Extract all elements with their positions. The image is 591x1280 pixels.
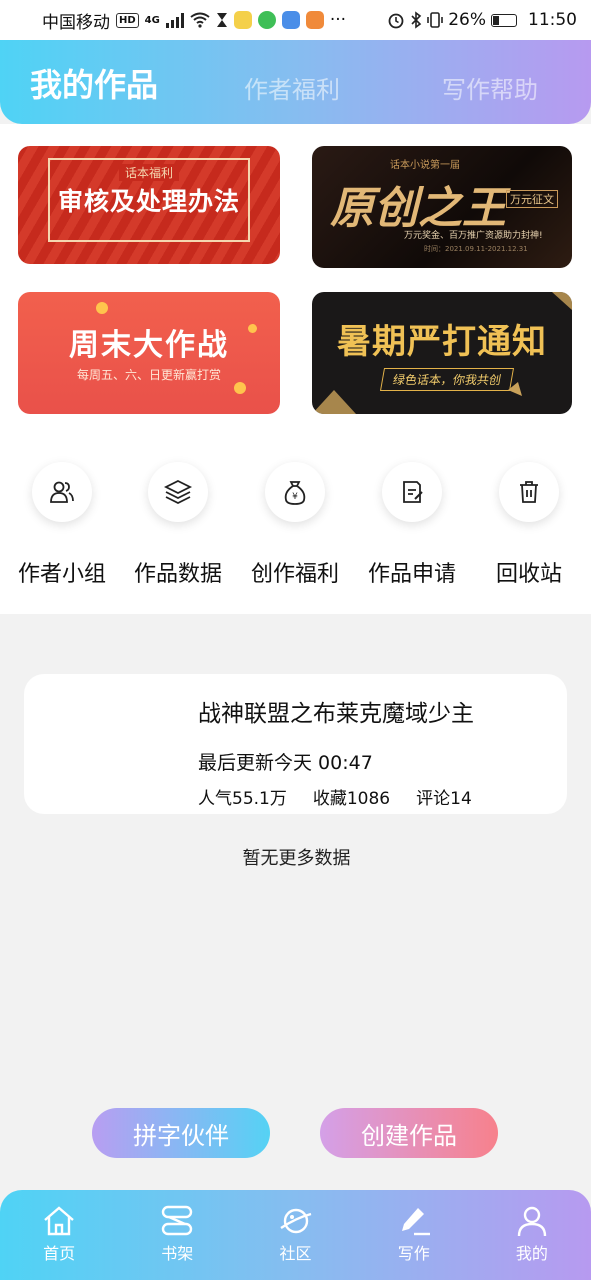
banner-tag: 万元征文 <box>506 190 558 208</box>
quick-creation-benefits[interactable]: ¥ 创作福利 <box>237 462 353 588</box>
work-favorites: 收藏1086 <box>312 789 391 809</box>
quick-label: 作品申请 <box>367 562 456 587</box>
app-notification-icon <box>233 11 252 29</box>
tab-my-works[interactable]: 我的作品 <box>30 60 158 106</box>
nav-label: 书架 <box>161 1244 194 1263</box>
nav-label: 首页 <box>43 1244 76 1263</box>
partner-label: 拼字伙伴 <box>133 1121 229 1150</box>
document-edit-icon <box>382 462 442 522</box>
hourglass-icon <box>216 13 227 27</box>
banner-date: 时间：2021.09.11-2021.12.31 <box>424 245 528 253</box>
banner-summer-notice[interactable]: 暑期严打通知 绿色话本，你我共创 <box>312 292 572 414</box>
nav-mine[interactable]: 我的 <box>473 1190 591 1280</box>
battery-icon <box>491 13 517 27</box>
planet-icon <box>279 1208 311 1234</box>
no-more-text: 暂无更多数据 <box>242 848 351 869</box>
tab-author-benefits[interactable]: 作者福利 <box>244 70 340 105</box>
wechat-icon <box>257 11 276 29</box>
banner-subtitle: 每周五、六、日更新赢打赏 <box>76 368 221 382</box>
work-title: 战神联盟之布莱克魔域少主 <box>198 701 474 727</box>
work-stats: 人气55.1万 收藏1086 评论14 <box>198 784 472 809</box>
user-icon <box>517 1206 547 1237</box>
work-card[interactable]: 战神联盟之布莱克魔域少主 最后更新今天 00:47 人气55.1万 收藏1086… <box>24 674 567 814</box>
quick-label: 创作福利 <box>250 562 339 587</box>
quick-recycle-bin[interactable]: 回收站 <box>471 462 587 588</box>
battery-percent: 26% <box>448 10 486 30</box>
layers-icon <box>148 462 208 522</box>
banner-title: 周末大作战 <box>69 328 229 363</box>
home-icon <box>44 1206 74 1236</box>
network-type: 4G <box>144 14 160 26</box>
quick-label: 回收站 <box>495 562 562 587</box>
banner-original-king[interactable]: 话本小说第一届 原创之王 万元征文 万元奖金、百万推广资源助力封神! 时间：20… <box>312 146 572 268</box>
video-app-icon <box>305 11 324 29</box>
users-icon <box>32 462 92 522</box>
banner-subtitle: 绿色话本，你我共创 <box>379 368 515 391</box>
banner-subtitle: 万元奖金、百万推广资源助力封神! <box>404 231 543 241</box>
bookshelf-icon <box>162 1205 193 1236</box>
more-notifications: ··· <box>329 10 347 30</box>
banner-review-policy[interactable]: 话本福利 审核及处理办法 <box>18 146 280 264</box>
coin-icon <box>96 302 108 314</box>
banner-title: 原创之王 <box>330 183 506 234</box>
coin-icon <box>234 382 246 394</box>
bottom-nav: 首页 书架 社区 写作 我的 <box>0 1190 591 1280</box>
nav-write[interactable]: 写作 <box>355 1190 473 1280</box>
banner-title: 审核及处理办法 <box>57 187 240 216</box>
tab-writing-help[interactable]: 写作帮助 <box>442 70 538 105</box>
header-tabs: 我的作品 作者福利 写作帮助 <box>0 40 591 124</box>
vibrate-icon <box>427 12 444 28</box>
hd-badge: HD <box>116 12 139 28</box>
banner-small-label: 话本福利 <box>118 164 180 181</box>
quick-works-application[interactable]: 作品申请 <box>354 462 470 588</box>
clock: 11:50 <box>528 10 577 30</box>
bluetooth-icon <box>411 11 422 29</box>
work-updated: 最后更新今天 00:47 <box>198 752 373 774</box>
banner-title: 暑期严打通知 <box>337 322 547 362</box>
quick-label: 作者小组 <box>17 562 106 587</box>
alarm-icon <box>388 13 404 29</box>
work-popularity: 人气55.1万 <box>198 789 287 809</box>
create-work-button[interactable]: 创建作品 <box>320 1108 498 1158</box>
work-comments: 评论14 <box>416 789 472 809</box>
pen-icon <box>401 1208 430 1236</box>
nav-label: 写作 <box>397 1244 430 1263</box>
banner-frame: 话本福利 审核及处理办法 <box>48 158 250 242</box>
quick-author-group[interactable]: 作者小组 <box>4 462 120 588</box>
nav-home[interactable]: 首页 <box>0 1190 118 1280</box>
nav-community[interactable]: 社区 <box>236 1190 354 1280</box>
create-label: 创建作品 <box>361 1121 457 1150</box>
trash-icon <box>499 462 559 522</box>
browser-icon <box>281 11 300 29</box>
wifi-icon <box>190 12 210 28</box>
partner-button[interactable]: 拼字伙伴 <box>92 1108 270 1158</box>
signal-icon <box>165 12 184 28</box>
nav-bookshelf[interactable]: 书架 <box>118 1190 236 1280</box>
carrier-label: 中国移动 <box>42 12 110 33</box>
quick-label: 作品数据 <box>133 562 222 587</box>
nav-label: 社区 <box>279 1244 312 1263</box>
money-bag-icon: ¥ <box>265 462 325 522</box>
svg-text:¥: ¥ <box>292 492 298 502</box>
no-more-data: 暂无更多数据 <box>0 844 591 870</box>
nav-label: 我的 <box>515 1244 548 1263</box>
status-bar: 中国移动 HD 4G ··· 26% 11:50 <box>0 0 591 40</box>
banner-small-label: 话本小说第一届 <box>390 160 460 171</box>
banner-weekend-battle[interactable]: 周末大作战 每周五、六、日更新赢打赏 <box>18 292 280 414</box>
quick-works-data[interactable]: 作品数据 <box>120 462 236 588</box>
